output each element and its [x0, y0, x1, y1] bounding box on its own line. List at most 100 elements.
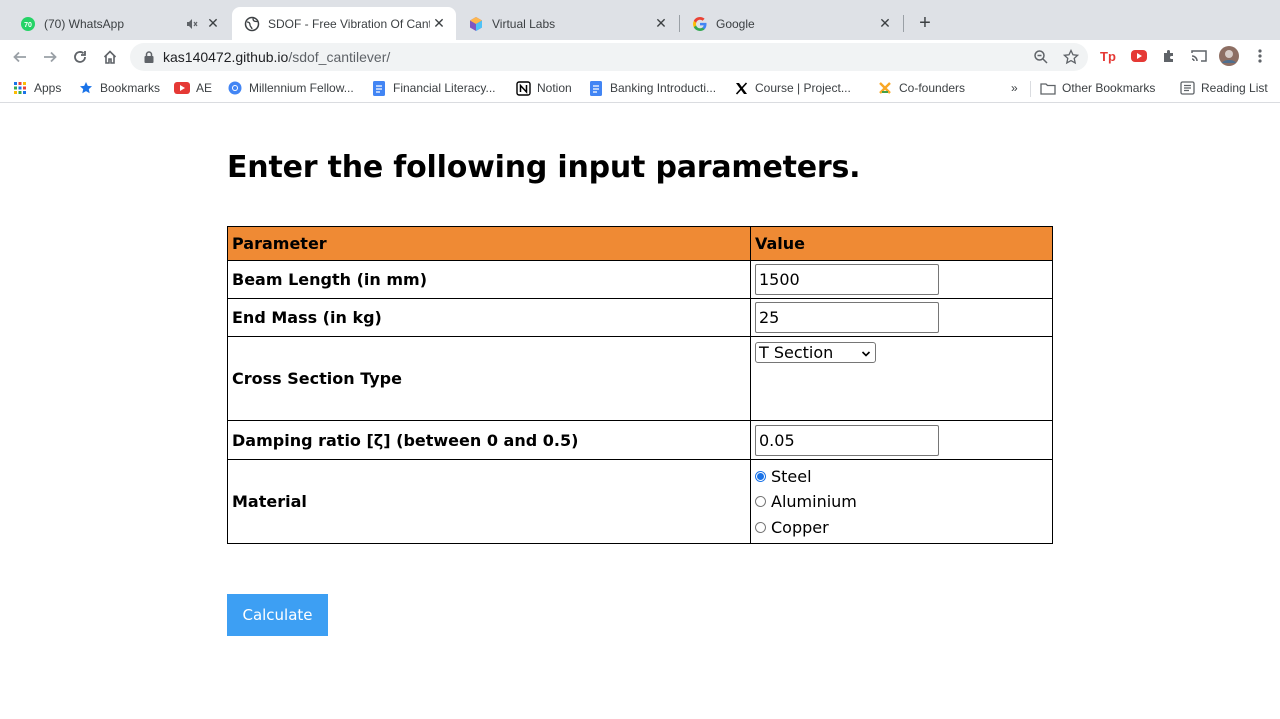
browser-toolbar: kas140472.github.io/sdof_cantilever/ Tp [0, 40, 1280, 74]
bookmark-millennium[interactable]: Millennium Fellow... [227, 79, 354, 97]
cast-icon[interactable] [1189, 46, 1209, 66]
bookmark-label: Bookmarks [100, 81, 161, 95]
cross-section-cell: T Section [750, 336, 1053, 421]
lock-icon[interactable] [142, 50, 156, 64]
bookmarks-divider [1030, 81, 1031, 97]
bookmark-label: Apps [34, 81, 62, 95]
virtual-labs-icon [468, 16, 484, 32]
tab-strip: 70 (70) WhatsApp ✕ SDOF - Free Vibration… [0, 0, 1280, 40]
tab-title: (70) WhatsApp [44, 16, 125, 31]
forward-arrow-icon[interactable] [38, 45, 62, 69]
copper-radio[interactable] [755, 521, 766, 533]
bookmark-label: Financial Literacy... [393, 81, 496, 95]
new-tab-button[interactable]: + [914, 12, 936, 34]
aluminium-radio[interactable] [755, 496, 766, 507]
bookmark-label: Co-founders [899, 81, 966, 95]
folder-icon [1040, 80, 1056, 96]
home-icon[interactable] [98, 45, 122, 69]
bookmark-financial-literacy[interactable]: Financial Literacy... [371, 79, 496, 97]
bookmark-other-bookmarks[interactable]: Other Bookmarks [1040, 79, 1155, 97]
damping-ratio-input[interactable] [755, 424, 939, 456]
cross-section-label: Cross Section Type [227, 336, 751, 421]
reading-list-button[interactable]: Reading List [1179, 79, 1268, 97]
table-row-damping: Damping ratio [ζ] (between 0 and 0.5) [227, 420, 1053, 460]
close-tab-icon[interactable]: ✕ [430, 15, 448, 33]
url-text: kas140472.github.io/sdof_cantilever/ [163, 49, 391, 65]
extension-tp-icon[interactable]: Tp [1098, 46, 1118, 66]
bookmark-apps[interactable]: Apps [12, 79, 61, 97]
bookmark-label: Reading List [1201, 81, 1268, 95]
material-label: Material [227, 459, 751, 544]
close-tab-icon[interactable]: ✕ [204, 15, 222, 33]
table-row-cross-section: Cross Section Type T Section [227, 336, 1053, 421]
tab-sdof[interactable]: SDOF - Free Vibration Of Cantilever ✕ [232, 7, 456, 40]
profile-avatar[interactable] [1218, 45, 1240, 67]
bookmark-label: Other Bookmarks [1062, 81, 1156, 95]
calculate-button[interactable]: Calculate [227, 594, 328, 636]
bookmark-banking[interactable]: Banking Introducti... [588, 79, 716, 97]
tab-title: Virtual Labs [492, 16, 556, 31]
muted-speaker-icon[interactable] [184, 16, 200, 32]
cross-section-selected-value: T Section [759, 343, 834, 362]
overflow-label: » [1011, 81, 1018, 95]
reload-icon[interactable] [68, 45, 92, 69]
google-icon [692, 16, 708, 32]
menu-kebab-icon[interactable] [1250, 46, 1270, 66]
material-option-aluminium[interactable]: Aluminium [755, 489, 1048, 515]
damping-ratio-cell [750, 420, 1053, 460]
extensions-puzzle-icon[interactable] [1159, 46, 1179, 66]
beam-length-label: Beam Length (in mm) [227, 260, 751, 299]
bookmark-label: Course | Project... [755, 81, 851, 95]
column-header-parameter: Parameter [227, 226, 751, 261]
extension-youtube-icon[interactable] [1129, 46, 1149, 66]
tab-google[interactable]: Google ✕ [680, 7, 902, 40]
aluminium-radio-label: Aluminium [771, 492, 857, 511]
bookmark-label: Notion [537, 81, 572, 95]
table-header-row: Parameter Value [227, 226, 1053, 261]
bookmark-cofounders[interactable]: Co-founders [877, 79, 965, 97]
end-mass-input[interactable] [755, 302, 939, 333]
reading-list-icon [1179, 80, 1195, 96]
bookmark-ae[interactable]: AE [174, 79, 212, 97]
close-tab-icon[interactable]: ✕ [876, 15, 894, 33]
tab-virtual-labs[interactable]: Virtual Labs ✕ [456, 7, 678, 40]
google-docs-icon [371, 80, 387, 96]
damping-ratio-label: Damping ratio [ζ] (between 0 and 0.5) [227, 420, 751, 460]
cross-section-select[interactable]: T Section [755, 342, 876, 363]
youtube-icon [174, 80, 190, 96]
cofounders-icon [877, 80, 893, 96]
svg-text:Tp: Tp [1100, 49, 1116, 64]
beam-length-input[interactable] [755, 264, 939, 295]
table-row-beam-length: Beam Length (in mm) [227, 260, 1053, 299]
globe-icon [244, 16, 260, 32]
copper-radio-label: Copper [771, 517, 829, 537]
chevron-down-icon [861, 343, 871, 362]
beam-length-cell [750, 260, 1053, 299]
material-option-steel[interactable]: Steel [755, 463, 1048, 489]
steel-radio-label: Steel [771, 466, 812, 486]
zoom-icon[interactable] [1032, 48, 1050, 66]
bookmarks-overflow-chevron-icon[interactable]: » [1011, 79, 1018, 97]
close-tab-icon[interactable]: ✕ [652, 15, 670, 33]
tab-whatsapp[interactable]: 70 (70) WhatsApp ✕ [8, 7, 230, 40]
page-heading: Enter the following input parameters. [227, 150, 861, 185]
bookmark-label: Banking Introducti... [610, 81, 717, 95]
bookmark-bookmarks[interactable]: Bookmarks [78, 79, 160, 97]
steel-radio[interactable] [755, 470, 766, 482]
material-cell: Steel Aluminium Copper [750, 459, 1053, 544]
tab-title: Google [716, 16, 755, 31]
address-bar[interactable]: kas140472.github.io/sdof_cantilever/ [130, 43, 1088, 71]
material-option-copper[interactable]: Copper [755, 514, 1048, 540]
svg-text:70: 70 [24, 22, 32, 29]
bookmark-star-icon[interactable] [1062, 48, 1080, 66]
end-mass-cell [750, 298, 1053, 337]
bookmark-notion[interactable]: Notion [515, 79, 572, 97]
notion-icon [515, 80, 531, 96]
apps-grid-icon [12, 80, 28, 96]
x-logo-icon [733, 80, 749, 96]
star-icon [78, 80, 94, 96]
bookmark-course-project[interactable]: Course | Project... [733, 79, 851, 97]
end-mass-label: End Mass (in kg) [227, 298, 751, 337]
back-arrow-icon[interactable] [8, 45, 32, 69]
bookmarks-bar: Apps Bookmarks AE Millennium Fellow... F… [0, 74, 1280, 103]
